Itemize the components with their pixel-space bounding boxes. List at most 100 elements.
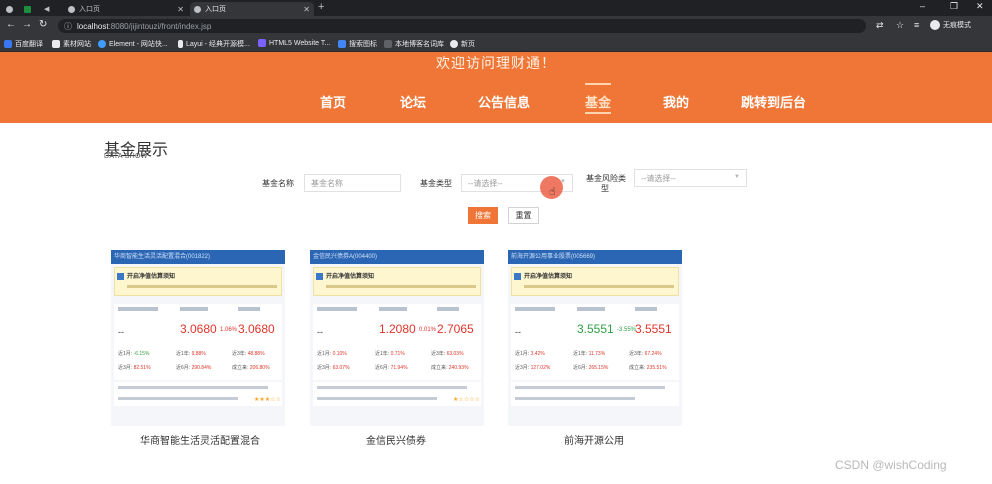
fund-card[interactable]: 金信民兴债券A(004400) 开启净值估算须知 -- 1.2080 0.01% 2.70… [310, 250, 484, 426]
nav-announcements[interactable]: 公告信息 [478, 92, 530, 111]
browser-tab-3[interactable]: ◀ [40, 2, 60, 16]
fund-risk-label: 基金风险类 型 [584, 174, 626, 194]
fund-nav-change: 0.01% [419, 327, 437, 333]
fund-name[interactable]: 前海开源公用 [564, 432, 624, 447]
browser-tab-bar: ◀ 入口页 ✕ 入口页 ✕ + – ❐ ✕ [0, 0, 992, 16]
fund-name[interactable]: 华商智能生活灵活配置混合 [140, 432, 260, 447]
bookmark-icon [384, 40, 392, 48]
browser-tab-1[interactable] [2, 2, 18, 16]
layui-icon [178, 40, 183, 48]
fund-estimate-value: 3.5551 [635, 322, 672, 336]
rating-stars: ★★★☆☆ [254, 397, 281, 403]
fund-data-panel: -- 3.0680 1.06% 3.0680 近1月: -6.15% 近1年: 9.88%… [114, 304, 282, 380]
meta-line [317, 397, 437, 400]
bookmark-star-icon[interactable]: ☆ [896, 20, 904, 31]
chrome-icon [6, 5, 13, 13]
welcome-banner: 欢迎访问理财通！ [436, 55, 556, 71]
fund-type-value: --请选择-- [468, 178, 503, 188]
fund-dash: -- [317, 327, 323, 337]
fund-card[interactable]: 华商智能生活灵活配置混合(001822) 开启净值估算须知 -- 3.0680 1.06… [111, 250, 285, 426]
bookmark-item[interactable]: 新页 [450, 39, 475, 49]
nav-home[interactable]: 首页 [320, 92, 346, 111]
hand-cursor-icon: ☝ [549, 186, 556, 198]
bookmark-item[interactable]: 百度翻译 [4, 39, 43, 49]
active-nav-indicator [585, 112, 611, 114]
fund-risk-select[interactable]: --请选择-- ▼ [634, 169, 747, 187]
label-line [577, 307, 605, 311]
minimize-icon[interactable]: – [920, 1, 925, 11]
url-host: localhost [77, 21, 109, 31]
fund-meta: ★☆☆☆☆ [313, 382, 481, 406]
label-line [515, 307, 555, 311]
bookmark-label: 百度翻译 [15, 41, 43, 48]
reload-icon[interactable]: ↻ [39, 19, 47, 30]
bookmark-label: Layui - 经典开源模... [186, 41, 250, 48]
nav-forum[interactable]: 论坛 [400, 92, 426, 111]
forward-icon[interactable]: → [22, 19, 32, 30]
browser-tab-active[interactable]: 入口页 ✕ [190, 2, 314, 16]
label-line [379, 307, 407, 311]
fund-name[interactable]: 金信民兴债券 [366, 432, 426, 447]
fund-estimate-value: 2.7065 [437, 322, 474, 336]
back-icon[interactable]: ← [6, 19, 16, 30]
search-button[interactable]: 搜索 [468, 207, 498, 224]
bookmark-label: 素材网站 [63, 41, 91, 48]
tab-title: 入口页 [79, 6, 100, 13]
fund-nav-value: 1.2080 [379, 322, 416, 336]
fund-stat: 成立来: 240.93% [431, 365, 469, 371]
fund-stat: 近3月: 82.51% [118, 365, 151, 371]
fund-risk-value: --请选择-- [641, 173, 676, 183]
browser-toolbar: ← → ↻ ⓘ localhost:8080/jijintouzi/front/… [0, 16, 992, 36]
bookmark-item[interactable]: 本地博客名词库 [384, 39, 444, 49]
fund-card[interactable]: 前海开源公用事业股票(005669) 开启净值估算须知 -- 3.5551 -3.55%… [508, 250, 682, 426]
fund-stat: 近3年: 63.03% [431, 351, 464, 357]
address-bar[interactable]: ⓘ localhost:8080/jijintouzi/front/index.… [58, 19, 866, 33]
nav-mine[interactable]: 我的 [663, 92, 689, 111]
bookmark-item[interactable]: Element - 网站快... [98, 39, 168, 49]
meta-line [118, 386, 268, 389]
html5-icon [258, 39, 266, 47]
nav-admin[interactable]: 跳转到后台 [741, 92, 806, 111]
fund-meta: ★★★☆☆ [114, 382, 282, 406]
reset-button[interactable]: 重置 [508, 207, 539, 224]
window-close-icon[interactable]: ✕ [976, 1, 984, 12]
fund-stat: 近3月: 63.07% [317, 365, 350, 371]
fund-type-label: 基金类型 [420, 179, 452, 188]
browser-tab-4[interactable]: 入口页 ✕ [64, 2, 188, 16]
fund-name-label: 基金名称 [262, 179, 294, 188]
incognito-profile[interactable]: 无痕模式 [930, 20, 971, 30]
element-icon [98, 40, 106, 48]
fund-notice-text [326, 285, 476, 288]
globe-icon [68, 5, 75, 13]
meta-line [118, 397, 238, 400]
bookmark-item[interactable]: HTML5 Website T... [258, 39, 330, 47]
label-line [238, 307, 260, 311]
chevron-down-icon: ▼ [734, 174, 740, 180]
meta-line [317, 386, 467, 389]
nav-funds[interactable]: 基金 [585, 92, 611, 111]
bookmark-item[interactable]: Layui - 经典开源模... [178, 39, 250, 49]
site-info-icon[interactable]: ⓘ [64, 21, 72, 32]
tab-title: 入口页 [205, 6, 226, 13]
fund-stat: 近1年: 9.88% [176, 351, 206, 357]
close-tab-icon[interactable]: ✕ [177, 5, 184, 14]
reading-list-icon[interactable]: ≡ [914, 20, 919, 30]
fund-notice: 开启净值估算须知 [313, 267, 481, 296]
active-nav-indicator-top [585, 83, 611, 85]
bookmark-label: 本地博客名词库 [395, 41, 444, 48]
bookmark-icon [338, 40, 346, 48]
fund-nav-value: 3.0680 [180, 322, 217, 336]
rating-stars: ★☆☆☆☆ [453, 397, 480, 403]
browser-tab-2[interactable] [20, 2, 36, 16]
fund-dash: -- [515, 327, 521, 337]
bookmark-item[interactable]: 素材网站 [52, 39, 91, 49]
translate-icon[interactable]: ⇄ [876, 20, 884, 31]
maximize-icon[interactable]: ❐ [950, 1, 958, 12]
fund-notice-text [524, 285, 674, 288]
fund-stat: 近1月: -6.15% [118, 351, 150, 357]
new-tab-icon[interactable]: + [318, 1, 324, 13]
bookmark-item[interactable]: 搜索图标 [338, 39, 377, 49]
fund-notice-title: 开启净值估算须知 [127, 274, 176, 280]
fund-name-input[interactable]: 基金名称 [304, 174, 401, 192]
close-tab-icon[interactable]: ✕ [303, 5, 310, 14]
